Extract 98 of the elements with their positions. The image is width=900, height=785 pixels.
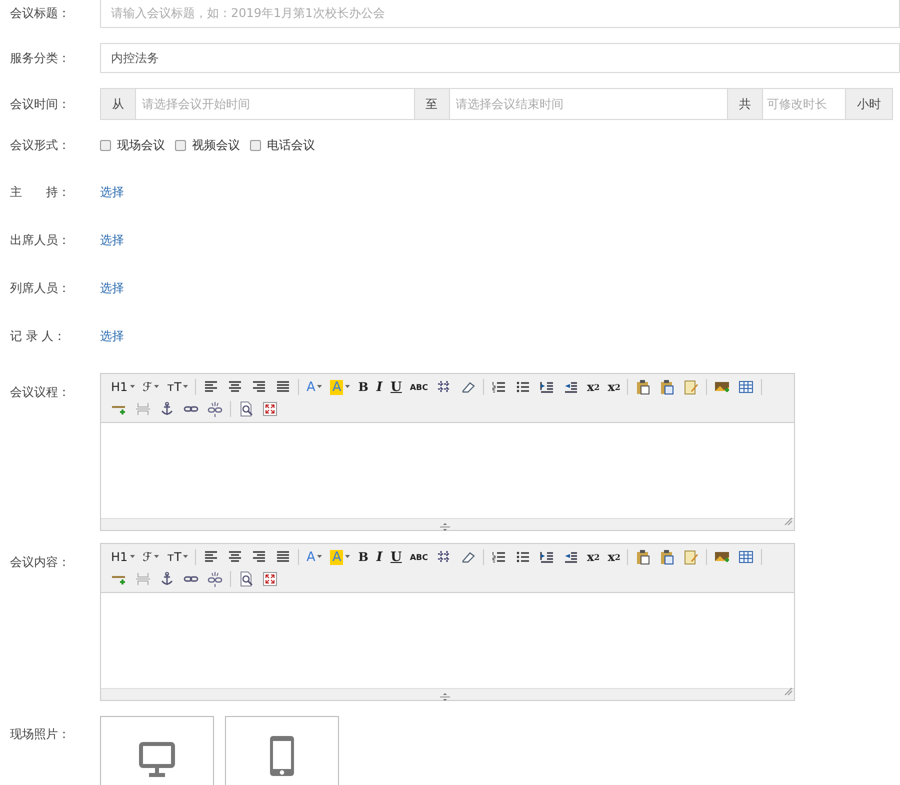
checkbox[interactable] <box>175 140 186 151</box>
toolbar-button[interactable]: B <box>355 547 372 567</box>
corner-resize-icon <box>784 687 793 696</box>
unlink-icon <box>207 571 223 587</box>
image-icon <box>714 379 730 395</box>
resize-grip-icon <box>439 693 451 701</box>
strikethrough-button[interactable]: ABC <box>406 377 432 397</box>
input-addon: 至 <box>414 88 450 120</box>
corner-resize-icon <box>784 517 793 526</box>
upload-tile[interactable] <box>225 716 339 785</box>
toolbar-button[interactable]: B <box>355 377 372 397</box>
field-label: 主 持： <box>10 185 70 199</box>
paste-word-icon <box>659 379 676 395</box>
caret-icon <box>183 555 188 559</box>
checkbox-label: 现场会议 <box>117 137 165 154</box>
checkbox-label: 电话会议 <box>267 137 315 154</box>
caret-icon <box>130 555 135 559</box>
toolbar-menu[interactable]: ᴛT <box>164 377 192 397</box>
toolbar-menu[interactable]: H1 <box>108 377 138 397</box>
start-time-field[interactable]: 请选择会议开始时间 <box>136 88 414 120</box>
input-addon: 从 <box>100 88 136 120</box>
upload-tile[interactable] <box>100 716 214 785</box>
preview-icon <box>238 571 254 587</box>
caret-icon <box>317 385 322 389</box>
category-field[interactable]: 内控法务 <box>100 43 900 73</box>
caret-icon <box>345 385 350 389</box>
field-label: 会议内容： <box>10 555 70 569</box>
indent-icon <box>539 549 556 565</box>
field-label: 记 录 人： <box>10 329 66 343</box>
field-label: 列席人员： <box>10 281 70 295</box>
justify-icon <box>275 379 292 395</box>
field-label: 会议形式： <box>10 138 70 152</box>
page-break-icon <box>135 571 151 587</box>
checkbox[interactable] <box>100 140 111 151</box>
select-link[interactable]: 选择 <box>100 232 124 249</box>
caret-icon <box>183 385 188 389</box>
font-color-button[interactable]: A <box>303 377 326 397</box>
bullet-list-icon <box>515 549 532 565</box>
align-left-icon <box>203 379 220 395</box>
caret-icon <box>317 555 322 559</box>
input-addon: 小时 <box>845 88 893 120</box>
align-left-icon <box>203 549 220 565</box>
field-label: 会议标题： <box>10 6 70 20</box>
title-input[interactable]: 请输入会议标题，如：2019年1月第1次校长办公会 <box>100 0 900 28</box>
caret-icon <box>154 385 160 389</box>
ordered-list-icon <box>491 379 508 395</box>
phone-icon <box>268 734 296 778</box>
select-link[interactable]: 选择 <box>100 184 124 201</box>
toolbar-menu[interactable]: ℱ <box>140 377 162 397</box>
italic-button[interactable]: I <box>373 547 386 567</box>
paste-text-icon <box>635 379 652 395</box>
underline-button[interactable]: U <box>388 547 405 567</box>
unlink-icon <box>207 401 223 417</box>
bullet-list-icon <box>515 379 532 395</box>
end-time-field[interactable]: 请选择会议结束时间 <box>450 88 727 120</box>
ordered-list-icon <box>491 549 508 565</box>
paste-word-icon <box>659 549 676 565</box>
field-label: 出席人员： <box>10 233 70 247</box>
anchor-icon <box>159 401 175 417</box>
indent-icon <box>539 379 556 395</box>
table-icon <box>738 549 754 565</box>
input-addon: 共 <box>727 88 763 120</box>
checkbox[interactable] <box>250 140 261 151</box>
select-link[interactable]: 选择 <box>100 280 124 297</box>
strikethrough-button[interactable]: ABC <box>406 547 432 567</box>
underline-button[interactable]: U <box>388 377 405 397</box>
paste-format-icon <box>683 549 700 565</box>
paste-text-icon <box>635 549 652 565</box>
align-center-icon <box>227 549 244 565</box>
justify-icon <box>275 549 292 565</box>
preview-icon <box>238 401 254 417</box>
select-link[interactable]: 选择 <box>100 328 124 345</box>
caret-icon <box>130 385 135 389</box>
resize-grip-icon <box>439 523 451 531</box>
field-label: 服务分类： <box>10 50 70 64</box>
fullscreen-icon <box>262 571 278 587</box>
caret-icon <box>154 555 160 559</box>
align-right-icon <box>251 379 268 395</box>
checkbox-label: 视频会议 <box>192 137 240 154</box>
page-break-icon <box>135 401 151 417</box>
field-label: 会议议程： <box>10 385 70 399</box>
align-right-icon <box>251 549 268 565</box>
monitor-icon <box>138 742 176 778</box>
table-icon <box>738 379 754 395</box>
duration-field[interactable]: 可修改时长 <box>763 88 845 120</box>
anchor-icon <box>159 571 175 587</box>
paste-format-icon <box>683 379 700 395</box>
field-label: 现场照片： <box>10 727 70 741</box>
field-label: 会议时间： <box>10 96 70 110</box>
fullscreen-icon <box>262 401 278 417</box>
caret-icon <box>345 555 350 559</box>
font-color-button[interactable]: A <box>303 547 326 567</box>
toolbar-menu[interactable]: ℱ <box>140 547 162 567</box>
toolbar-menu[interactable]: ᴛT <box>164 547 192 567</box>
image-icon <box>714 549 730 565</box>
toolbar-menu[interactable]: H1 <box>108 547 138 567</box>
align-center-icon <box>227 379 244 395</box>
italic-button[interactable]: I <box>373 377 386 397</box>
